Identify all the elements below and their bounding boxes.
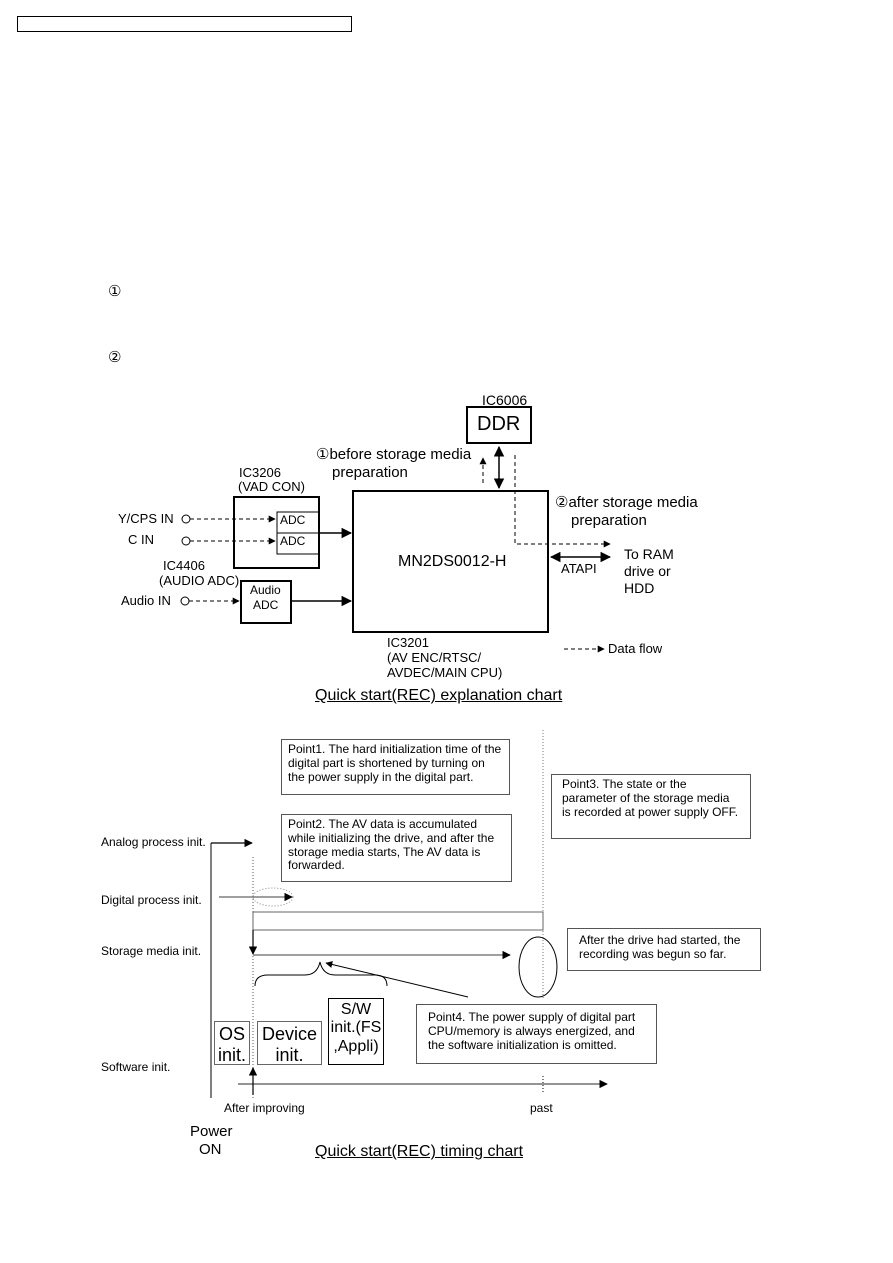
point3-box: Point3. The state or the parameter of th…	[551, 774, 751, 839]
main-ic-name: MN2DS0012-H	[398, 553, 507, 570]
main-ic-desc-1: (AV ENC/RTSC/	[387, 650, 482, 665]
os-init-line1: OS	[218, 1024, 245, 1044]
after-label: ②after storage media	[555, 494, 698, 511]
input-ycps-terminal	[181, 514, 191, 524]
adc-1-label: ADC	[280, 513, 306, 527]
accumulation-band	[252, 911, 544, 931]
power-on-line2: ON	[199, 1141, 222, 1158]
drive-note-box: After the drive had started, the recordi…	[567, 928, 761, 971]
device-init-line1: Device	[261, 1024, 318, 1044]
point3-text: Point3. The state or the parameter of th…	[562, 777, 739, 819]
drive-note-text: After the drive had started, the recordi…	[579, 933, 741, 961]
point4-text: Point4. The power supply of digital part…	[428, 1010, 636, 1052]
after-symbol: ②	[555, 494, 569, 511]
audio-adc-ic-label: IC4406	[163, 558, 205, 573]
past-label: past	[530, 1101, 553, 1115]
ddr-ic-label: IC6006	[482, 392, 528, 408]
after-improving-label: After improving	[224, 1101, 305, 1115]
row-software-label: Software init.	[101, 1060, 171, 1074]
after-line1: after storage media	[568, 494, 698, 511]
main-ic-label: IC3201	[387, 635, 429, 650]
point2-text: Point2. The AV data is accumulated while…	[288, 817, 495, 873]
before-line2: preparation	[332, 464, 408, 481]
input-c-terminal	[181, 536, 191, 546]
destination-line1: To RAM	[624, 546, 674, 562]
point4-pointer-arrow	[325, 961, 469, 998]
before-line1: before storage media	[329, 446, 472, 463]
before-label: ①before storage media	[316, 446, 471, 463]
input-audio-terminal	[180, 596, 190, 606]
device-init-block: Device init.	[257, 1021, 322, 1065]
main-ic-desc-2: AVDEC/MAIN CPU)	[387, 665, 503, 680]
point1-text: Point1. The hard initialization time of …	[288, 742, 502, 784]
point4-box: Point4. The power supply of digital part…	[416, 1004, 657, 1064]
row-digital-label: Digital process init.	[101, 893, 202, 907]
sw-init-line1: S/W	[340, 1001, 372, 1018]
adc-2-label: ADC	[280, 534, 306, 548]
power-on-line1: Power	[190, 1123, 233, 1140]
destination-line3: HDD	[624, 580, 655, 596]
point2-box: Point2. The AV data is accumulated while…	[281, 814, 512, 882]
explanation-chart-caption: Quick start(REC) explanation chart	[315, 687, 563, 704]
input-c-label: C IN	[128, 532, 154, 547]
atapi-label: ATAPI	[561, 561, 597, 576]
audio-adc-desc: (AUDIO ADC)	[159, 573, 240, 588]
row-analog-label: Analog process init.	[101, 835, 206, 849]
input-audio-label: Audio IN	[121, 593, 171, 608]
input-ycps-label: Y/CPS IN	[118, 511, 174, 526]
audio-adc-line2: ADC	[253, 598, 279, 612]
os-init-block: OS init.	[214, 1021, 250, 1065]
point1-box: Point1. The hard initialization time of …	[281, 739, 510, 795]
before-symbol: ①	[316, 446, 330, 463]
after-line2: preparation	[571, 512, 647, 529]
sw-init-line2: init.(FS	[330, 1019, 382, 1037]
ddr-name: DDR	[477, 413, 521, 435]
device-init-line2: init.	[275, 1044, 304, 1065]
destination-line2: drive or	[624, 563, 671, 579]
drive-start-ellipse	[518, 936, 558, 998]
init-brace	[254, 961, 388, 987]
row-storage-label: Storage media init.	[101, 944, 202, 958]
os-init-line2: init.	[217, 1044, 246, 1065]
audio-adc-line1: Audio	[250, 583, 281, 597]
legend-label: Data flow	[608, 641, 663, 656]
vad-con-desc: (VAD CON)	[238, 479, 305, 494]
sw-init-line3: ,Appli)	[333, 1037, 379, 1055]
sw-init-block: S/W init.(FS ,Appli)	[328, 998, 384, 1065]
timing-chart-caption: Quick start(REC) timing chart	[315, 1143, 524, 1160]
